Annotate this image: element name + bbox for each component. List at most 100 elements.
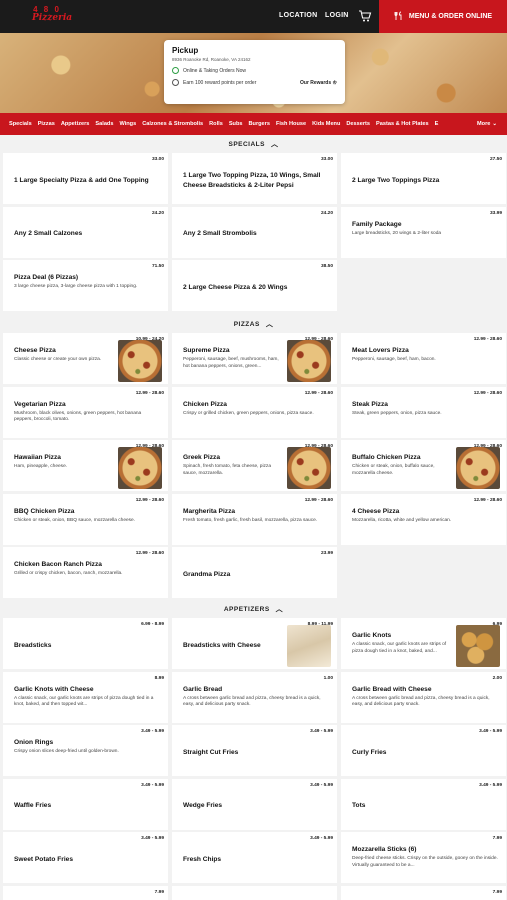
crown-icon: ♔ (332, 79, 337, 86)
menu-item-card[interactable]: 3.49 - 5.99 Curly Fries (341, 725, 506, 776)
item-name: Garlic Bread with Cheese (352, 685, 432, 693)
menu-item-card[interactable]: 71.50 Pizza Deal (6 Pizzas) 3 large cheese… (3, 260, 168, 311)
category-tab[interactable]: Specials (9, 121, 32, 127)
menu-item-card[interactable]: 27.50 2 Large Two Toppings Pizza (341, 153, 506, 204)
menu-item-card[interactable]: 3.49 - 5.99 Tots (341, 778, 506, 830)
menu-item-card[interactable]: 3.49 - 5.99 Sweet Potato Fries (3, 832, 168, 883)
item-description: A cross between garlic bread and pizza, … (352, 695, 490, 708)
category-tab[interactable]: Salads (95, 121, 113, 127)
item-price: 24.20 (151, 210, 164, 216)
brand-logo[interactable]: 4 8 0 Pizzeria (32, 6, 72, 23)
top-navbar: 4 8 0 Pizzeria LOCATION LOGIN MENU & ORD… (0, 0, 507, 33)
login-link[interactable]: LOGIN (325, 12, 349, 19)
item-price: 33.99 (489, 210, 502, 216)
section-header-pizzas[interactable]: PIZZAS ︿ (0, 315, 507, 333)
more-categories-button[interactable]: More ⌄ (472, 113, 507, 135)
store-info-card[interactable]: Pickup 8936 Roanoke Rd, Roanoke, VA 2416… (164, 40, 345, 104)
menu-item-card[interactable]: 12.99 - 28.60 Meat Lovers Pizza Pepperoni,… (341, 333, 506, 384)
item-price: 12.99 - 28.60 (473, 497, 502, 503)
item-name: BBQ Chicken Pizza (14, 507, 75, 515)
item-name: Chicken Bacon Ranch Pizza (14, 561, 102, 568)
chevron-up-icon: ︿ (265, 321, 274, 328)
category-tab[interactable]: Subs (229, 121, 243, 127)
item-description: Crispy or grilled chicken, green peppers… (183, 410, 314, 416)
menu-item-card[interactable]: 33.00 1 Large Specialty Pizza & add One T… (3, 153, 168, 204)
menu-item-card[interactable]: 3.49 - 5.99 Onion Rings Crispy onion slice… (3, 725, 168, 776)
item-price: 3.49 - 5.99 (310, 782, 333, 788)
menu-item-card[interactable]: 7.99 (3, 885, 168, 900)
item-name: Cheese Pizza (14, 347, 56, 354)
order-button-label: MENU & ORDER ONLINE (408, 13, 493, 20)
menu-item-card[interactable]: 12.99 - 28.60 Chicken Bacon Ranch Pizza Gr… (3, 547, 168, 598)
menu-item-card[interactable]: 12.99 - 28.60Hawaiian PizzaHam, pineappl… (3, 440, 168, 491)
category-tab[interactable]: E (435, 121, 439, 127)
section-header-appetizers[interactable]: APPETIZERS ︿ (0, 600, 507, 618)
status-text: Online & Taking Orders Now (183, 67, 246, 74)
menu-item-card[interactable]: 6.99 - 8.99 Breadsticks (3, 618, 168, 669)
item-price: 12.99 - 28.60 (304, 497, 333, 503)
item-description: A classic snack, our garlic knots are st… (352, 642, 447, 654)
section-header-specials[interactable]: SPECIALS ︿ (0, 135, 507, 153)
category-tab[interactable]: Wings (119, 121, 136, 127)
item-name: Breadsticks with Cheese (183, 641, 261, 649)
menu-item-card[interactable]: 3.49 - 5.99 Straight Cut Fries (172, 725, 337, 776)
menu-item-card[interactable]: 12.99 - 28.60 BBQ Chicken Pizza Chicken or… (3, 493, 168, 545)
item-price: 33.00 (320, 157, 333, 162)
menu-item-card[interactable]: 12.99 - 28.60 4 Cheese Pizza Mozzarella, r… (341, 493, 506, 545)
menu-item-card[interactable]: 6.99Garlic KnotsA classic snack, our gar… (341, 618, 506, 669)
menu-item-card[interactable]: 38.50 2 Large Cheese Pizza & 20 Wings (172, 260, 337, 311)
menu-item-card[interactable]: 12.99 - 28.60 Steak Pizza Steak, green pep… (341, 386, 506, 438)
menu-item-card[interactable]: 12.99 - 28.60Buffalo Chicken PizzaChicke… (341, 440, 506, 491)
menu-item-card[interactable] (172, 885, 337, 900)
item-name: Steak Pizza (352, 400, 388, 408)
category-tab[interactable]: Appetizers (61, 121, 90, 127)
menu-order-online-button[interactable]: MENU & ORDER ONLINE (379, 0, 507, 33)
item-photo (287, 447, 331, 489)
menu-item-card[interactable]: 12.99 - 28.60 Margherita Pizza Fresh tomat… (172, 493, 337, 545)
item-price: 24.20 (320, 210, 333, 216)
item-name: Greek Pizza (183, 454, 221, 461)
cart-icon[interactable] (358, 9, 372, 23)
item-description: Chicken or steak, onion, buffalo sauce, … (352, 464, 435, 476)
item-price: 12.99 - 28.60 (135, 390, 164, 396)
menu-item-card[interactable]: 3.49 - 5.99 Wedge Fries (172, 778, 337, 830)
menu-item-card[interactable]: 3.49 - 5.99 Fresh Chips (172, 832, 337, 883)
menu-item-card[interactable]: 24.20 Any 2 Small Calzones (3, 206, 168, 258)
category-tab[interactable]: Burgers (249, 121, 270, 127)
menu-item-card[interactable]: 12.99 - 28.60Supreme PizzaPepperoni, sau… (172, 333, 337, 384)
menu-item-card[interactable]: 2.00 Garlic Bread with Cheese A cross betw… (341, 671, 506, 723)
location-link[interactable]: LOCATION (279, 12, 317, 19)
item-name: Buffalo Chicken Pizza (352, 454, 421, 461)
menu-item-card[interactable]: 8.99 Garlic Knots with Cheese A classic sn… (3, 671, 168, 723)
item-description: Spinach, fresh tomato, feta cheese, pizz… (183, 464, 271, 476)
category-tab[interactable]: Rolls (209, 121, 223, 127)
category-tab[interactable]: Desserts (346, 121, 370, 127)
item-price: 23.99 (320, 551, 333, 556)
menu-item-card[interactable]: 7.99 Mozzarella Sticks (6) Deep-fried chee… (341, 832, 506, 883)
our-rewards-link[interactable]: Our Rewards ♔ (300, 80, 337, 86)
item-price: 7.99 (492, 889, 502, 895)
menu-item-card[interactable]: 33.99 Family Package Large breadsticks, 20… (341, 206, 506, 258)
category-tab[interactable]: Kids Menu (312, 121, 340, 127)
menu-item-card[interactable]: 8.99 - 11.99Breadsticks with Cheese (172, 618, 337, 669)
item-name: 2 Large Two Toppings Pizza (352, 176, 440, 184)
category-tab[interactable]: Pastas & Hot Plates (376, 121, 429, 127)
menu-item-card[interactable]: 12.99 - 28.60 Vegetarian Pizza Mushroom, b… (3, 386, 168, 438)
item-name: Chicken Pizza (183, 400, 227, 408)
menu-item-card[interactable]: 10.99 - 24.20Cheese PizzaClassic cheese … (3, 333, 168, 384)
category-tab[interactable]: Calzones & Strombolis (142, 121, 203, 127)
menu-item-card[interactable]: 12.99 - 28.60Greek PizzaSpinach, fresh t… (172, 440, 337, 491)
category-tab[interactable]: Pizzas (38, 121, 55, 127)
item-name: Onion Rings (14, 739, 54, 746)
category-tab[interactable]: Fish House (276, 121, 306, 127)
menu-item-card[interactable]: 7.99 (341, 885, 506, 900)
menu-item-card[interactable]: 23.99 Grandma Pizza (172, 547, 337, 598)
menu-icon (394, 11, 404, 23)
item-name: Garlic Knots (352, 632, 392, 639)
menu-item-card[interactable]: 33.00 1 Large Two Topping Pizza, 10 Wings… (172, 153, 337, 204)
menu-item-card[interactable]: 12.99 - 28.60 Chicken Pizza Crispy or gril… (172, 386, 337, 438)
item-photo (287, 625, 331, 667)
menu-item-card[interactable]: 24.20 Any 2 Small Strombolis (172, 206, 337, 258)
menu-item-card[interactable]: 3.49 - 5.99 Waffle Fries (3, 778, 168, 830)
menu-item-card[interactable]: 1.00 Garlic Bread A cross between garlic b… (172, 671, 337, 723)
